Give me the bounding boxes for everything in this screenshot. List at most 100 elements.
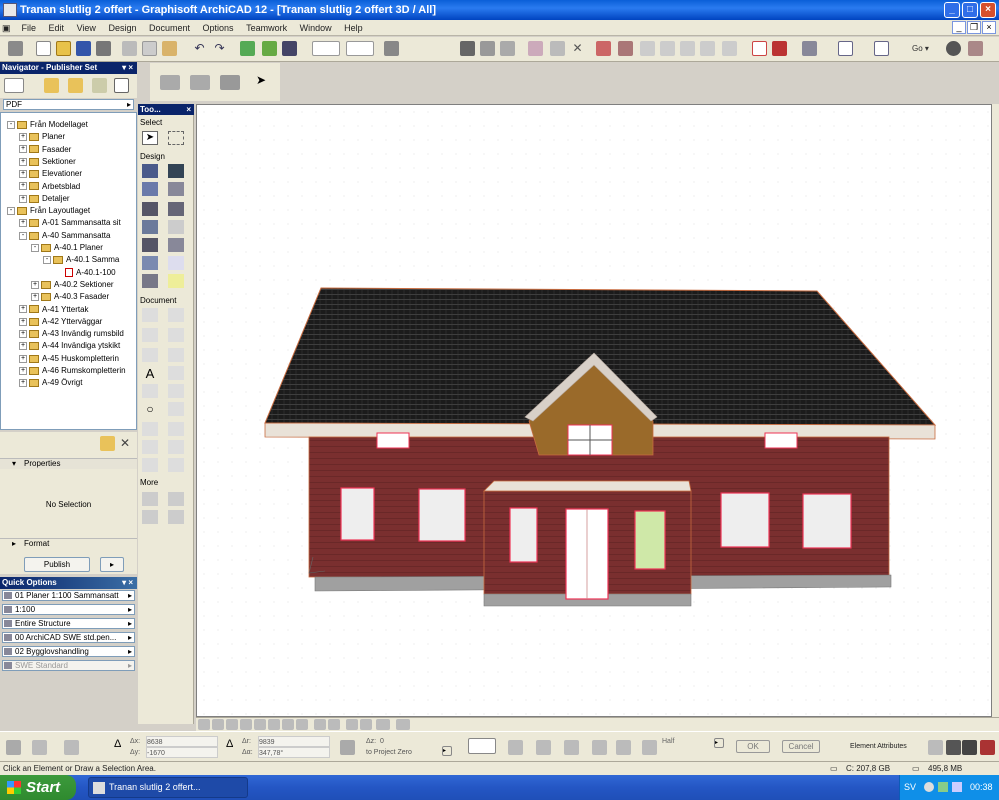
document-icon[interactable]: ▣	[0, 20, 14, 36]
skylight-icon[interactable]	[168, 492, 184, 506]
intersect-icon[interactable]	[640, 41, 655, 56]
tree-item[interactable]: A-40.1-100	[55, 267, 116, 279]
attributes-dropdown-icon[interactable]	[928, 740, 943, 755]
menu-help[interactable]: Help	[339, 20, 368, 36]
expand-icon[interactable]: +	[31, 293, 39, 302]
dimension-icon[interactable]	[142, 308, 158, 322]
layers-icon[interactable]	[460, 41, 475, 56]
scale-icon[interactable]	[346, 719, 358, 730]
tray-volume-icon[interactable]	[952, 782, 962, 792]
undo-icon[interactable]: ↶	[192, 41, 207, 56]
print-icon[interactable]	[96, 41, 111, 56]
tree-item[interactable]: - Från Layoutlaget	[7, 205, 90, 217]
curtain-wall-icon[interactable]	[142, 256, 158, 270]
detail-icon[interactable]	[168, 440, 184, 454]
expand-icon[interactable]: +	[19, 182, 27, 191]
tree-item[interactable]: + Detaljer	[19, 193, 70, 205]
tree-item[interactable]: + A-49 Övrigt	[19, 377, 82, 389]
expand-icon[interactable]: +	[31, 280, 39, 289]
mesh-icon[interactable]	[142, 238, 158, 252]
lamp-icon[interactable]	[142, 274, 158, 288]
layout-icon[interactable]	[874, 41, 889, 56]
group-icon[interactable]	[480, 41, 495, 56]
split-icon[interactable]	[596, 41, 611, 56]
window-icon[interactable]	[838, 41, 853, 56]
spline-icon[interactable]	[168, 402, 184, 416]
redo-icon[interactable]: ↷	[212, 41, 227, 56]
view-options-icon[interactable]	[360, 719, 372, 730]
tree-item[interactable]: + A-46 Rumskompletterin	[19, 365, 126, 377]
column-icon[interactable]	[142, 220, 158, 234]
tree-item[interactable]: - A-40.1 Samma	[43, 254, 119, 266]
go-dropdown[interactable]: Go ▾	[912, 41, 934, 56]
quick-option-select[interactable]: 00 ArchiCAD SWE std.pen... ▸	[2, 632, 135, 643]
fillet-icon[interactable]	[660, 41, 675, 56]
quick-option-select[interactable]: 01 Planer 1:100 Sammansatt ▸	[2, 590, 135, 601]
collapse-icon[interactable]: -	[31, 243, 39, 252]
grid-icon[interactable]	[550, 41, 565, 56]
expand-icon[interactable]: +	[19, 194, 27, 203]
expand-icon[interactable]: +	[19, 354, 27, 363]
delete-icon[interactable]: ✕	[570, 41, 585, 56]
zoom-previous-icon[interactable]	[240, 719, 252, 730]
start-button[interactable]: Start	[0, 775, 76, 800]
tree-item[interactable]: + A-43 Invändig rumsbild	[19, 328, 124, 340]
roof-icon[interactable]	[142, 202, 158, 216]
quick-options-close-icon[interactable]: ▾ ×	[122, 577, 133, 589]
corner-window-icon[interactable]	[142, 510, 158, 524]
project-map-icon[interactable]	[4, 78, 24, 93]
save-icon[interactable]	[76, 41, 91, 56]
polyline-icon[interactable]	[168, 384, 184, 398]
fill-icon[interactable]	[142, 384, 158, 398]
doc-close-button[interactable]: ×	[982, 21, 996, 34]
tree-item[interactable]: + Arbetsblad	[19, 181, 80, 193]
quick-option-select[interactable]: 02 Bygglovshandling ▸	[2, 646, 135, 657]
camera-mode-icon[interactable]	[328, 719, 340, 730]
tray-security-icon[interactable]	[938, 782, 948, 792]
tree-item[interactable]: + A-42 Ytterväggar	[19, 316, 102, 328]
stair-icon[interactable]	[168, 182, 184, 196]
delta-z-field[interactable]: 0	[380, 736, 440, 747]
hotspot-icon[interactable]	[142, 422, 158, 436]
element-attributes-label[interactable]: Element Attributes	[850, 741, 907, 752]
pan-icon[interactable]	[282, 719, 294, 730]
text-icon[interactable]: A	[142, 366, 158, 381]
radial-dimension-icon[interactable]	[142, 328, 158, 342]
trace-icon[interactable]	[528, 41, 543, 56]
collapse-icon[interactable]: -	[7, 206, 15, 215]
zero-options-icon[interactable]: ▸	[442, 746, 452, 756]
view-map-icon[interactable]	[44, 78, 59, 93]
rotate-view-icon[interactable]	[190, 75, 210, 90]
menu-design[interactable]: Design	[103, 20, 141, 36]
drafting-method-icon[interactable]	[32, 740, 47, 755]
tray-network-icon[interactable]	[924, 782, 934, 792]
pen-icon[interactable]	[772, 41, 787, 56]
3d-view-icon[interactable]	[312, 41, 340, 56]
syringe-icon[interactable]	[282, 41, 297, 56]
publisher-tree[interactable]: - Från Modellaget + Planer + Fasader + Sektione…	[0, 112, 137, 430]
expand-icon[interactable]: +	[19, 133, 27, 142]
menu-window[interactable]: Window	[295, 20, 337, 36]
new-file-icon[interactable]	[36, 41, 51, 56]
window-tool-icon[interactable]	[142, 182, 158, 196]
doc-restore-button[interactable]: ❐	[967, 21, 981, 34]
copy-icon[interactable]	[142, 41, 157, 56]
expand-icon[interactable]: +	[19, 379, 27, 388]
menu-options[interactable]: Options	[198, 20, 239, 36]
cancel-button[interactable]: Cancel	[782, 740, 820, 753]
new-folder-icon[interactable]	[100, 436, 115, 451]
selection-icon[interactable]	[240, 41, 255, 56]
cursor-snap-icon[interactable]	[616, 740, 631, 755]
taskbar-item-archicad[interactable]: Tranan slutlig 2 offert...	[88, 777, 248, 798]
menu-document[interactable]: Document	[144, 20, 195, 36]
offset-icon[interactable]	[680, 41, 695, 56]
expand-icon[interactable]: +	[19, 145, 27, 154]
beam-icon[interactable]	[168, 202, 184, 216]
vertical-scrollbar[interactable]	[992, 104, 999, 717]
drawing-icon[interactable]	[168, 458, 184, 472]
tree-item[interactable]: + Fasader	[19, 144, 71, 156]
elevation-icon[interactable]	[340, 740, 355, 755]
collapse-icon[interactable]: -	[19, 231, 27, 240]
zoom-out-icon[interactable]	[212, 719, 224, 730]
publish-button[interactable]: Publish	[24, 557, 90, 572]
